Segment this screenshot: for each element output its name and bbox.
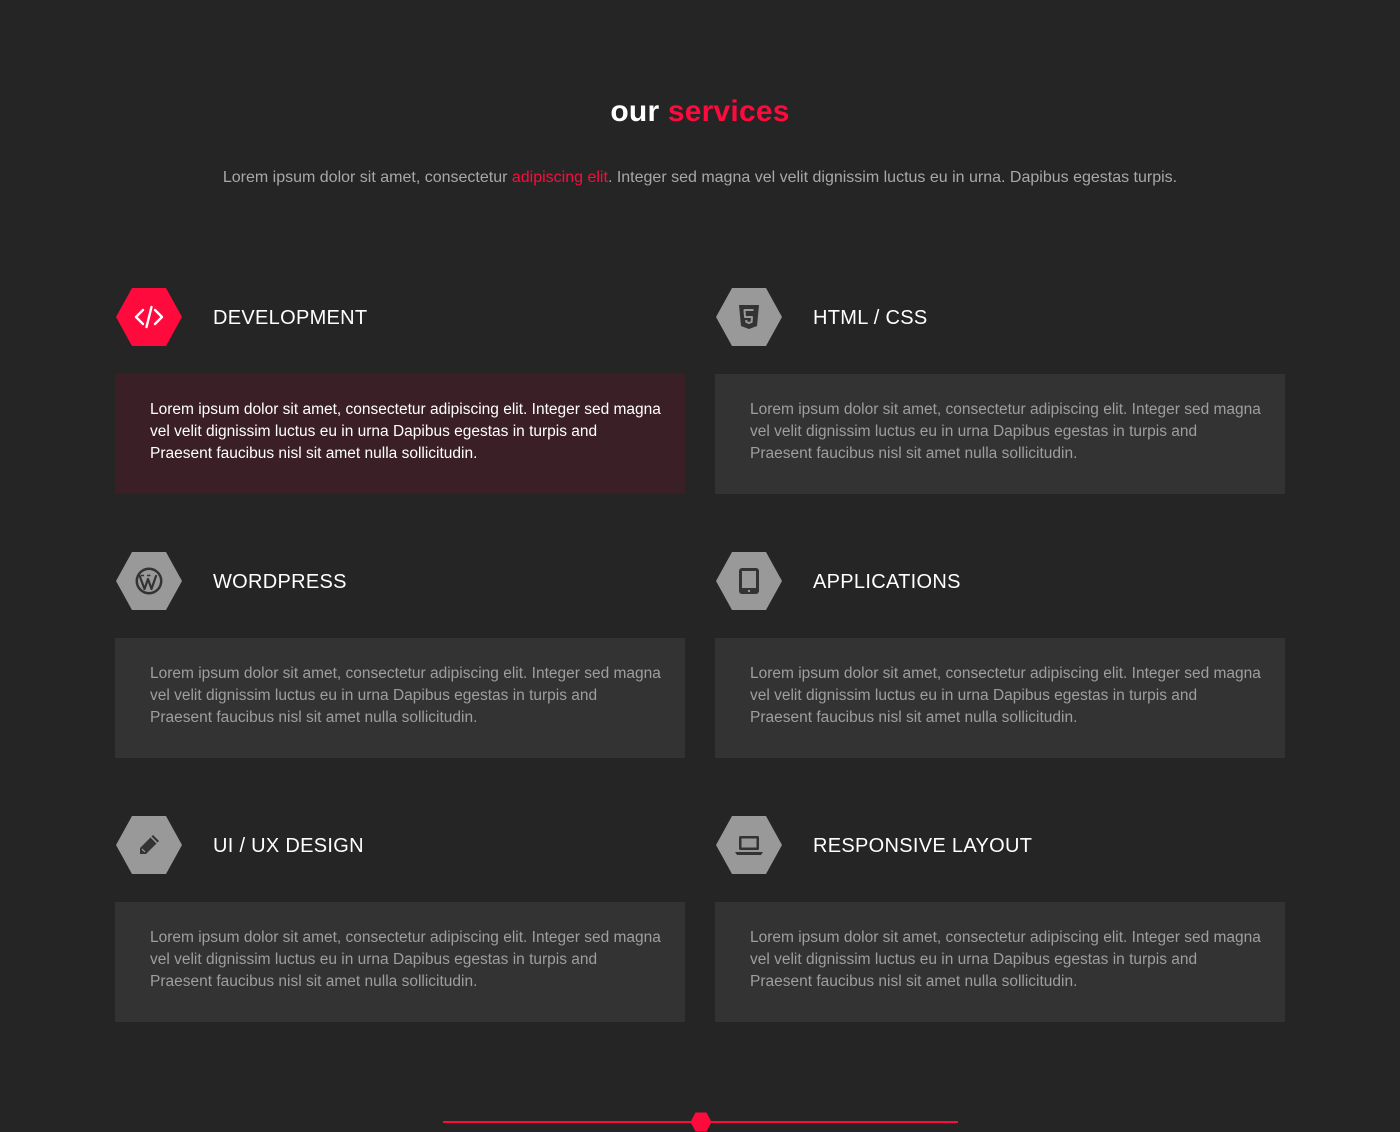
service-description: Lorem ipsum dolor sit amet, consectetur … xyxy=(150,665,661,726)
intro-text-end: . Integer sed magna vel velit dignissim … xyxy=(607,169,1178,186)
wordpress-icon xyxy=(135,567,163,595)
html5-icon xyxy=(739,305,759,329)
code-icon xyxy=(134,305,164,329)
service-description-box: Lorem ipsum dolor sit amet, consectetur … xyxy=(115,638,685,758)
service-header: DEVELOPMENT xyxy=(115,287,685,347)
service-header: RESPONSIVE LAYOUT xyxy=(715,815,1285,875)
section-title: our services xyxy=(0,92,1400,132)
service-description-box: Lorem ipsum dolor sit amet, consectetur … xyxy=(715,902,1285,1022)
intro-highlight: adipiscing elit xyxy=(511,169,608,186)
section-intro: Lorem ipsum dolor sit amet, consectetur … xyxy=(0,166,1400,190)
service-title: DEVELOPMENT xyxy=(213,307,368,329)
service-description: Lorem ipsum dolor sit amet, consectetur … xyxy=(750,929,1261,990)
service-hex xyxy=(115,551,183,611)
service-description-box: Lorem ipsum dolor sit amet, consectetur … xyxy=(115,902,685,1022)
service-description: Lorem ipsum dolor sit amet, consectetur … xyxy=(750,401,1261,462)
service-title: WORDPRESS xyxy=(213,571,347,593)
pencil-icon xyxy=(140,835,159,854)
service-hex xyxy=(715,287,783,347)
service-title: APPLICATIONS xyxy=(813,571,961,593)
service-description-box: Lorem ipsum dolor sit amet, consectetur … xyxy=(715,638,1285,758)
service-header: APPLICATIONS xyxy=(715,551,1285,611)
service-header: WORDPRESS xyxy=(115,551,685,611)
tablet-icon xyxy=(739,568,759,594)
service-description-box: Lorem ipsum dolor sit amet, consectetur … xyxy=(715,374,1285,494)
section-title-accent: services xyxy=(667,95,790,128)
service-hex xyxy=(715,815,783,875)
service-title: UI / UX DESIGN xyxy=(213,835,364,857)
service-description: Lorem ipsum dolor sit amet, consectetur … xyxy=(750,665,1261,726)
section-title-prefix: our xyxy=(610,95,660,128)
service-hex xyxy=(115,287,183,347)
service-description: Lorem ipsum dolor sit amet, consectetur … xyxy=(150,401,661,462)
intro-text-start: Lorem ipsum dolor sit amet, consectetur xyxy=(222,169,512,186)
service-hex xyxy=(715,551,783,611)
service-title: RESPONSIVE LAYOUT xyxy=(813,835,1033,857)
service-description: Lorem ipsum dolor sit amet, consectetur … xyxy=(150,929,661,990)
hexagon-icon xyxy=(690,1112,712,1132)
service-title: HTML / CSS xyxy=(813,307,928,329)
service-description-box: Lorem ipsum dolor sit amet, consectetur … xyxy=(115,374,685,494)
service-hex xyxy=(115,815,183,875)
laptop-icon xyxy=(735,836,763,855)
service-header: HTML / CSS xyxy=(715,287,1285,347)
service-header: UI / UX DESIGN xyxy=(115,815,685,875)
